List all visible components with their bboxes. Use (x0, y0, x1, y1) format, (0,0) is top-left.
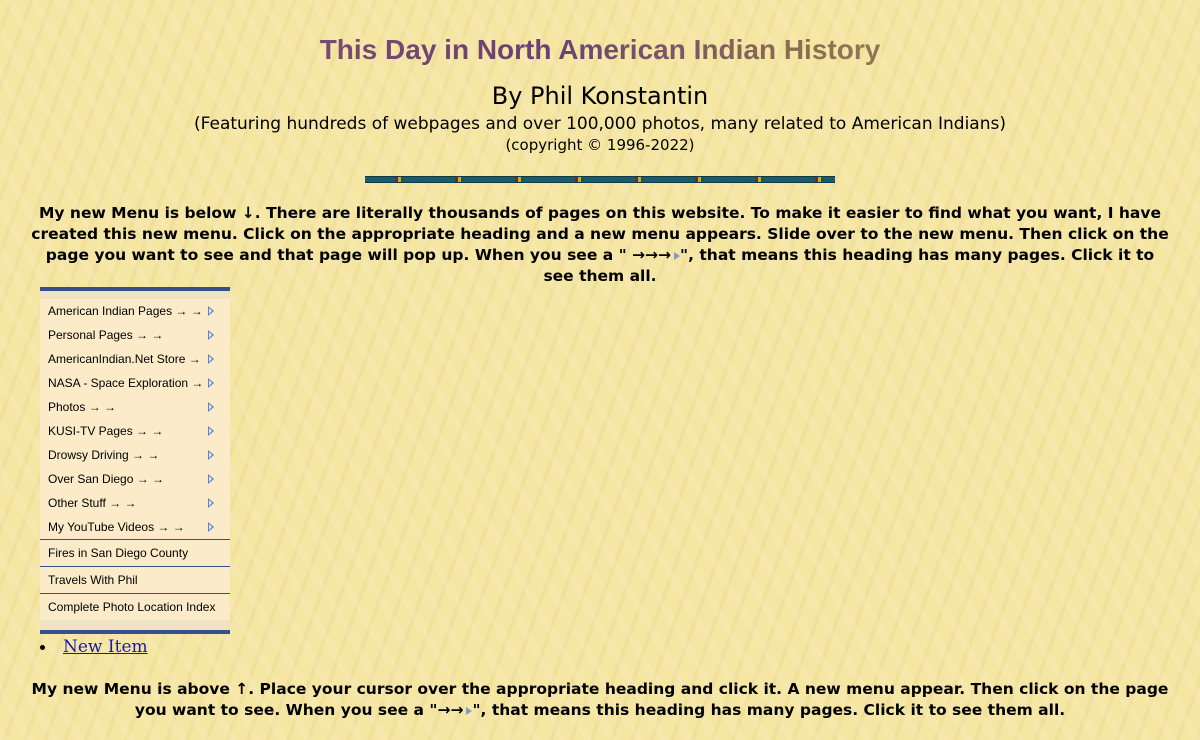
menu-link-fires-in-san-diego-county[interactable]: Fires in San Diego County (40, 539, 230, 566)
menu-item-my-youtube-videos[interactable]: My YouTube Videos → → (40, 515, 230, 539)
menu-item-label: Personal Pages → → (48, 328, 164, 342)
menu-item-label: Drowsy Driving → → (48, 448, 160, 462)
site-menu: American Indian Pages → → Personal Pages… (40, 287, 230, 634)
submenu-arrow-icon (208, 330, 214, 340)
outro-text: My new Menu is above ↑. Place your curso… (30, 679, 1170, 721)
featuring-subtitle: (Featuring hundreds of webpages and over… (194, 114, 1006, 134)
author-byline: By Phil Konstantin (491, 82, 709, 110)
submenu-arrow-icon (208, 474, 214, 484)
menu-item-nasa-space-exploration[interactable]: NASA - Space Exploration → (40, 371, 230, 395)
intro-text: My new Menu is below ↓. There are litera… (30, 203, 1170, 287)
submenu-arrow-icon (208, 522, 214, 532)
menu-item-photos[interactable]: Photos → → (40, 395, 230, 419)
copyright-notice: (copyright © 1996-2022) (505, 136, 695, 154)
menu-item-drowsy-driving[interactable]: Drowsy Driving → → (40, 443, 230, 467)
menu-item-label: KUSI-TV Pages → → (48, 424, 164, 438)
submenu-arrow-icon (208, 426, 214, 436)
menu-item-over-san-diego[interactable]: Over San Diego → → (40, 467, 230, 491)
menu-item-label: AmericanIndian.Net Store → (48, 352, 201, 366)
menu-top-pad (40, 291, 230, 299)
submenu-arrow-icon (208, 450, 214, 460)
menu-item-label: American Indian Pages → → (48, 304, 203, 318)
menu-item-label: Other Stuff → → (48, 496, 137, 510)
menu-item-american-indian-pages[interactable]: American Indian Pages → → (40, 299, 230, 323)
decorative-divider (365, 176, 835, 183)
menu-item-label: Photos → → (48, 400, 117, 414)
menu-item-label: My YouTube Videos → → (48, 520, 185, 534)
submenu-arrow-icon (208, 354, 214, 364)
bullet-icon (40, 645, 45, 650)
submenu-arrow-icon (208, 402, 214, 412)
site-title: This Day in North American Indian Histor… (0, 34, 1200, 66)
menu-item-label: Over San Diego → → (48, 472, 165, 486)
submenu-arrow-icon (208, 306, 214, 316)
new-item-link[interactable]: New Item (63, 637, 148, 657)
submenu-arrow-icon (208, 378, 214, 388)
menu-item-americanindian-net-store[interactable]: AmericanIndian.Net Store → (40, 347, 230, 371)
menu-item-label: NASA - Space Exploration → (48, 376, 204, 390)
menu-item-personal-pages[interactable]: Personal Pages → → (40, 323, 230, 347)
menu-bottom-pad (40, 620, 230, 630)
submenu-arrow-icon (208, 498, 214, 508)
outro-text-end: ", that means this heading has many page… (472, 701, 1066, 719)
menu-link-complete-photo-location-index[interactable]: Complete Photo Location Index (40, 593, 230, 620)
menu-item-kusi-tv-pages[interactable]: KUSI-TV Pages → → (40, 419, 230, 443)
menu-item-other-stuff[interactable]: Other Stuff → → (40, 491, 230, 515)
menu-link-travels-with-phil[interactable]: Travels With Phil (40, 566, 230, 593)
